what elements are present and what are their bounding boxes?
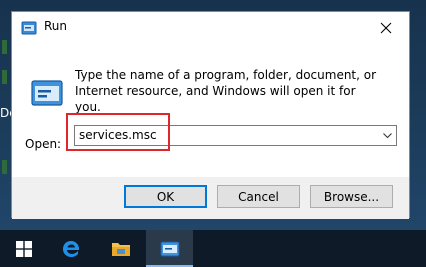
file-explorer-icon xyxy=(111,242,130,256)
taskbar-run[interactable] xyxy=(146,230,193,267)
close-button[interactable] xyxy=(363,12,409,43)
ok-button[interactable]: OK xyxy=(124,185,207,208)
desktop-icon-edge[interactable] xyxy=(2,40,7,54)
window-title: Run xyxy=(44,19,68,33)
cancel-button[interactable]: Cancel xyxy=(217,185,300,208)
run-icon xyxy=(21,20,37,40)
start-button[interactable] xyxy=(0,230,47,267)
open-input[interactable]: services.msc xyxy=(79,128,157,142)
taskbar-file-explorer[interactable] xyxy=(97,230,144,267)
browse-button[interactable]: Browse... xyxy=(310,185,393,208)
taskbar-edge[interactable] xyxy=(47,230,94,267)
chevron-down-icon xyxy=(383,132,392,138)
dialog-body: Type the name of a program, folder, docu… xyxy=(12,43,409,177)
dialog-description: Type the name of a program, folder, docu… xyxy=(75,68,377,114)
desktop-icon-edge[interactable] xyxy=(2,70,7,84)
open-label: Open: xyxy=(25,137,62,151)
run-program-icon xyxy=(30,78,64,112)
windows-start-icon xyxy=(15,240,32,257)
run-dialog: Run Type the name of a program, folder, … xyxy=(11,11,410,219)
run-app-icon xyxy=(160,241,179,256)
button-bar: OK Cancel Browse... xyxy=(12,177,409,219)
taskbar xyxy=(0,230,426,267)
open-combobox[interactable]: services.msc xyxy=(74,125,397,146)
close-icon xyxy=(380,22,392,33)
dropdown-toggle[interactable] xyxy=(379,126,396,145)
title-bar[interactable]: Run xyxy=(12,12,409,43)
edge-browser-icon xyxy=(62,240,79,257)
desktop-icon-edge[interactable] xyxy=(2,160,7,174)
